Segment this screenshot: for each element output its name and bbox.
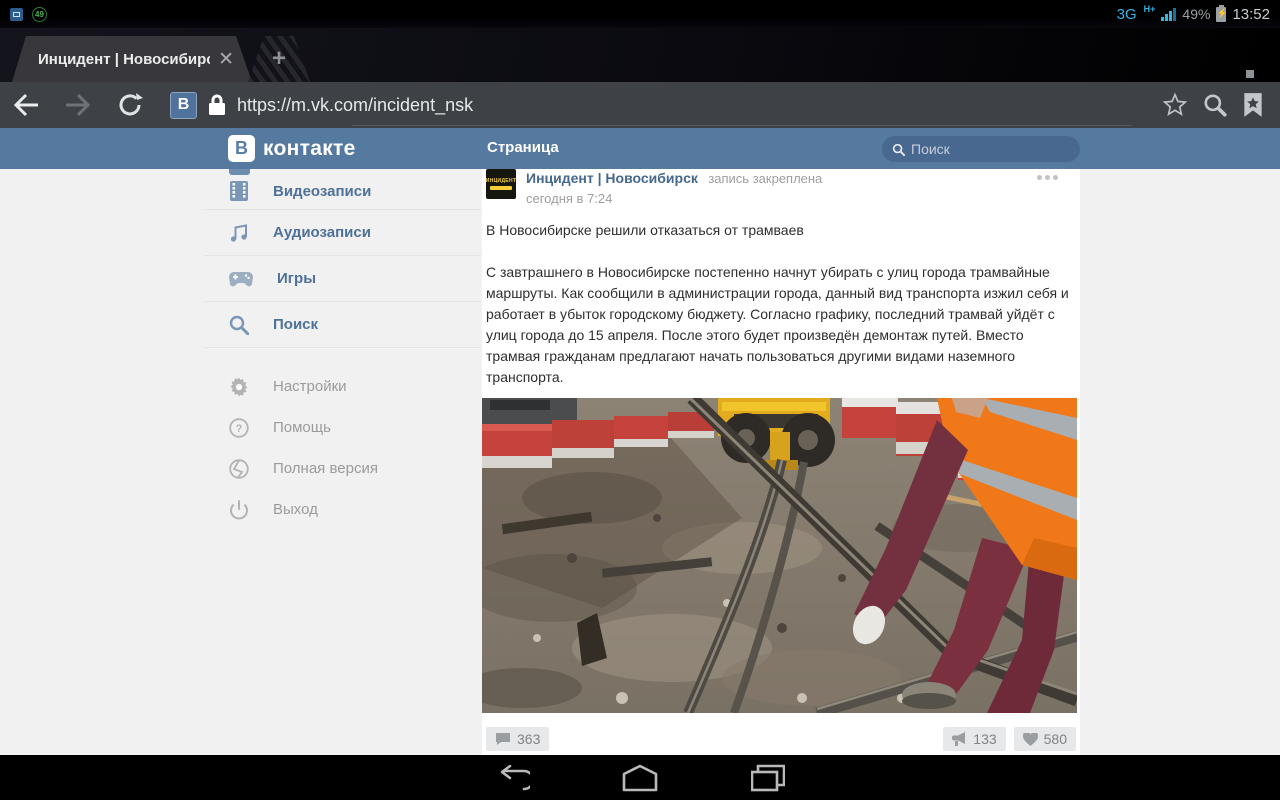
vk-logo-icon: В	[228, 135, 255, 162]
gamepad-icon	[229, 270, 253, 288]
likes-count: 580	[1044, 731, 1067, 747]
sidebar-item-settings[interactable]: Настройки	[205, 366, 481, 407]
signal-strength-icon	[1161, 8, 1176, 21]
vk-header: В контакте Страница Поиск	[0, 128, 1280, 169]
sidebar-item-label: Видеозаписи	[273, 183, 371, 200]
like-button[interactable]: 580	[1014, 727, 1076, 751]
search-icon	[229, 315, 249, 335]
sidebar-item-help[interactable]: ? Помощь	[205, 407, 481, 448]
share-button[interactable]: 133	[943, 727, 1005, 751]
sidebar-item-games[interactable]: Игры	[205, 256, 481, 301]
ssl-lock-icon	[207, 93, 227, 117]
sidebar-item-label: Настройки	[273, 378, 347, 395]
shares-count: 133	[973, 731, 996, 747]
post-options-icon[interactable]	[1037, 175, 1058, 180]
svg-text:?: ?	[236, 423, 243, 435]
page-title: Страница	[487, 139, 559, 156]
sidebar-item-videos[interactable]: Видеозаписи	[205, 169, 481, 209]
nav-back-button[interactable]	[491, 762, 533, 794]
sidebar-item-label: Выход	[273, 501, 318, 518]
question-circle-icon: ?	[229, 418, 249, 438]
new-tab-button[interactable]: +	[248, 36, 310, 82]
clipped-icon-fragment	[229, 169, 250, 175]
avatar-text: ИНЦИДЕНТ	[486, 178, 516, 184]
nav-home-button[interactable]	[619, 762, 661, 794]
sidebar-item-label: Игры	[277, 270, 316, 287]
vk-search-input[interactable]: Поиск	[882, 136, 1080, 162]
tab-close-icon[interactable]: ✕	[218, 50, 234, 69]
battery-charging-icon	[1216, 7, 1226, 22]
network-hplus-label: H+	[1144, 4, 1156, 14]
sidebar-item-label: Аудиозаписи	[273, 224, 371, 241]
sidebar-item-label: Помощь	[273, 419, 331, 436]
sidebar-item-audio[interactable]: Аудиозаписи	[205, 210, 481, 255]
search-icon	[892, 143, 905, 156]
browser-tab[interactable]: Инцидент | Новосибирск ✕	[12, 36, 252, 82]
sidebar-item-logout[interactable]: Выход	[205, 489, 481, 530]
globe-icon	[229, 459, 249, 479]
refresh-button[interactable]	[104, 92, 156, 118]
feed-column: ИНЦИДЕНТ Инцидент | Новосибирск запись з…	[482, 169, 1080, 755]
search-icon[interactable]	[1202, 92, 1228, 118]
nav-recents-button[interactable]	[747, 762, 789, 794]
notification-app-icon	[10, 8, 23, 21]
music-note-icon	[229, 223, 249, 243]
post-title-line: В Новосибирске решили отказаться от трам…	[486, 220, 1076, 241]
page-body: Видеозаписи Аудиозаписи Игры Поиск Н	[0, 169, 1280, 755]
gear-icon	[229, 377, 249, 397]
comment-icon	[495, 732, 511, 746]
battery-percent-label: 49%	[1182, 6, 1210, 22]
tab-title: Инцидент | Новосибирск	[38, 51, 210, 68]
plus-icon: +	[272, 47, 286, 71]
battery-badge-icon: 49	[32, 7, 47, 22]
share-megaphone-icon	[952, 732, 967, 746]
power-icon	[229, 500, 249, 520]
site-favicon-vk: В	[170, 92, 197, 119]
url-field-underline	[352, 125, 1132, 126]
sidebar-menu: Видеозаписи Аудиозаписи Игры Поиск Н	[205, 169, 481, 755]
back-button[interactable]	[0, 93, 52, 117]
bookmark-star-icon[interactable]	[1162, 92, 1188, 118]
avatar[interactable]: ИНЦИДЕНТ	[486, 169, 516, 199]
sidebar-item-full-version[interactable]: Полная версия	[205, 448, 481, 489]
post-body: С завтрашнего в Новосибирске постепенно …	[486, 262, 1076, 388]
vk-logo-wordmark: контакте	[263, 137, 356, 161]
sidebar-item-label: Полная версия	[273, 460, 378, 477]
post-author-link[interactable]: Инцидент | Новосибирск	[526, 170, 698, 186]
android-nav-bar	[0, 755, 1280, 800]
browser-tab-bar: Инцидент | Новосибирск ✕ +	[0, 28, 1280, 82]
post-timestamp[interactable]: сегодня в 7:24	[526, 191, 822, 206]
pinned-label: запись закреплена	[708, 171, 822, 186]
post-text: В Новосибирске решили отказаться от трам…	[486, 220, 1076, 388]
bookmarks-list-icon[interactable]	[1242, 92, 1264, 118]
post-pinned: ИНЦИДЕНТ Инцидент | Новосибирск запись з…	[482, 169, 1080, 751]
comments-count: 363	[517, 731, 540, 747]
clock-label: 13:52	[1232, 6, 1270, 23]
post-photo-tram-tracks[interactable]	[482, 398, 1077, 713]
android-tablet-screen: 49 3G H+ 49% 13:52 Инцидент | Новосибирск…	[0, 0, 1280, 800]
film-icon	[229, 180, 249, 202]
url-text[interactable]: https://m.vk.com/incident_nsk	[237, 95, 1162, 116]
heart-icon	[1023, 733, 1038, 746]
post-action-bar: 363 133 580	[486, 727, 1076, 751]
network-type-label: 3G	[1117, 6, 1137, 23]
sidebar-item-search[interactable]: Поиск	[205, 302, 481, 347]
browser-url-bar: В https://m.vk.com/incident_nsk	[0, 82, 1280, 128]
comments-button[interactable]: 363	[486, 727, 549, 751]
status-bar: 49 3G H+ 49% 13:52	[0, 0, 1280, 28]
vk-logo[interactable]: В контакте	[228, 135, 356, 162]
sidebar-item-label: Поиск	[273, 316, 318, 333]
search-placeholder: Поиск	[911, 141, 950, 157]
forward-button[interactable]	[52, 93, 104, 117]
